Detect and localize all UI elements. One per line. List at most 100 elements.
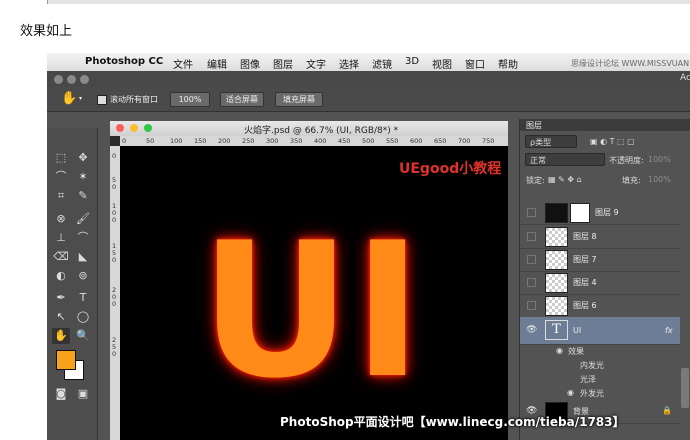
layer-row[interactable]: 图层 8: [520, 225, 680, 249]
vertical-ruler[interactable]: 0 5 0 1 0 0 1 5 0 2 0 0 2 5 0: [110, 146, 120, 440]
ruler-tick-label: 400: [314, 137, 327, 145]
fill-label: 填充:: [622, 176, 641, 185]
menu-file[interactable]: 文件: [173, 56, 193, 71]
menu-type[interactable]: 文字: [306, 56, 326, 71]
dodge-tool-icon[interactable]: ⊚: [74, 268, 92, 284]
layer-name: 图层 7: [573, 255, 597, 264]
chevron-down-icon[interactable]: ▾: [79, 95, 82, 102]
toolbox: ⬚ ✥ ⌒ ✶ ⌗ ✎ ⊗ 🖌 ⊥ ⌒ ⌫ ◣ ◐ ⊚ ✒ T ↖ ◯ ✋ 🔍 …: [47, 128, 98, 440]
ruler-tick-label: 0: [112, 216, 117, 224]
layer-thumbnail: [545, 203, 568, 223]
ruler-tick-label: 0: [122, 137, 127, 145]
app-name[interactable]: Photoshop CC: [85, 56, 163, 67]
layers-tab-label: 图层: [526, 121, 542, 130]
doc-zoom-button[interactable]: [144, 124, 152, 132]
pen-tool-icon[interactable]: ✒: [52, 290, 70, 306]
lasso-tool-icon[interactable]: ⌒: [52, 169, 70, 185]
doc-close-button[interactable]: [116, 124, 124, 132]
layer-kind-filter[interactable]: ρ类型: [525, 135, 577, 148]
layer-row[interactable]: 图层 6: [520, 294, 680, 318]
screen-mode-icon[interactable]: ▣: [74, 386, 92, 402]
visibility-toggle[interactable]: [527, 301, 536, 310]
eye-icon[interactable]: ◉: [556, 346, 563, 355]
layer-name: 图层 8: [573, 232, 597, 241]
menu-layer[interactable]: 图层: [273, 56, 293, 71]
eye-icon[interactable]: ◉: [567, 388, 574, 397]
eyedropper-icon[interactable]: ✎: [74, 188, 92, 204]
zoom-dot[interactable]: [80, 75, 89, 84]
ruler-tick-label: 0: [112, 152, 117, 160]
opacity-label: 不透明度:: [609, 156, 644, 165]
brush-tool-icon[interactable]: 🖌: [74, 211, 92, 227]
hand-tool-icon[interactable]: ✋: [61, 91, 77, 106]
watermark-text: 思缘设计论坛 WWW.MISSVUAN.COM: [571, 59, 690, 68]
stamp-tool-icon[interactable]: ⊥: [52, 230, 70, 246]
document-window: 火焰字.psd @ 66.7% (UI, RGB/8*) * 0 50 100 …: [110, 121, 508, 440]
layers-tab[interactable]: 图层: [520, 119, 690, 131]
layers-panel: 图层 ρ类型 ▣ ◐ T ⬚ ▢ 正常 不透明度: 100% 锁定: ▦ ✎ ✥…: [519, 119, 690, 440]
menu-select[interactable]: 选择: [339, 56, 359, 71]
path-select-icon[interactable]: ↖: [52, 309, 70, 325]
minimize-dot[interactable]: [67, 75, 76, 84]
layer-row[interactable]: 图层 7: [520, 248, 680, 272]
effect-outer-glow[interactable]: 外发光: [580, 388, 604, 399]
layer-row[interactable]: 图层 9: [520, 201, 680, 225]
layer-name: UI: [573, 326, 582, 335]
visibility-toggle[interactable]: [527, 208, 536, 217]
ruler-tick-label: 300: [266, 137, 279, 145]
fit-screen-button[interactable]: 适合屏幕: [220, 92, 264, 107]
document-title: 火焰字.psd @ 66.7% (UI, RGB/8*) *: [244, 126, 399, 136]
effect-satin[interactable]: 光泽: [580, 374, 596, 385]
effect-inner-glow[interactable]: 内发光: [580, 360, 604, 371]
ruler-tick-label: 450: [338, 137, 351, 145]
crop-tool-icon[interactable]: ⌗: [52, 188, 70, 204]
scroll-all-checkbox[interactable]: [97, 95, 107, 105]
visibility-toggle[interactable]: [527, 278, 536, 287]
lock-icons[interactable]: ▦ ✎ ✥ ⌂: [548, 175, 582, 184]
marquee-tool-icon[interactable]: ⬚: [52, 150, 70, 166]
ruler-tick-label: 0: [112, 256, 117, 264]
eraser-tool-icon[interactable]: ⌫: [52, 249, 70, 265]
ruler-tick-label: 0: [112, 183, 117, 191]
type-tool-icon[interactable]: T: [74, 290, 92, 306]
foreground-color-swatch[interactable]: [56, 350, 76, 370]
zoom-tool-icon[interactable]: 🔍: [74, 328, 92, 344]
quick-mask-icon[interactable]: ◙: [52, 386, 70, 402]
filter-icons[interactable]: ▣ ◐ T ⬚ ▢: [590, 137, 635, 146]
ellipse-tool-icon[interactable]: ◯: [74, 309, 92, 325]
zoom-100-button[interactable]: 100%: [170, 92, 210, 107]
visibility-toggle[interactable]: [527, 255, 536, 264]
layer-name: 图层 9: [595, 208, 619, 217]
layers-scrollbar[interactable]: [681, 368, 689, 408]
visibility-toggle[interactable]: [527, 232, 536, 241]
menu-help[interactable]: 帮助: [498, 56, 518, 71]
opacity-value[interactable]: 100%: [648, 155, 671, 164]
menu-view[interactable]: 视图: [432, 56, 452, 71]
history-brush-icon[interactable]: ⌒: [74, 230, 92, 246]
blur-tool-icon[interactable]: ◐: [52, 268, 70, 284]
hand-tool-icon[interactable]: ✋: [52, 328, 70, 344]
menu-filter[interactable]: 滤镜: [372, 56, 392, 71]
menubar: Photoshop CC 文件 编辑 图像 图层 文字 选择 滤镜 3D 视图 …: [47, 53, 690, 71]
layer-row[interactable]: 图层 4: [520, 271, 680, 295]
doc-minimize-button[interactable]: [130, 124, 138, 132]
close-dot[interactable]: [54, 75, 63, 84]
canvas[interactable]: UEgood小教程 UI: [120, 146, 508, 440]
horizontal-ruler[interactable]: 0 50 100 150 200 250 300 350 400 450 500…: [120, 136, 508, 146]
ruler-tick-label: 150: [194, 137, 207, 145]
layer-row-selected[interactable]: 👁 T UI fx: [520, 317, 680, 345]
fill-screen-button[interactable]: 填充屏幕: [275, 92, 323, 107]
healing-brush-icon[interactable]: ⊗: [52, 211, 70, 227]
fx-icon[interactable]: fx: [665, 326, 673, 335]
menu-3d[interactable]: 3D: [405, 56, 419, 67]
menu-image[interactable]: 图像: [240, 56, 260, 71]
fill-value[interactable]: 100%: [648, 175, 671, 184]
menu-window[interactable]: 窗口: [465, 56, 485, 71]
blend-mode-select[interactable]: 正常: [525, 153, 605, 166]
move-tool-icon[interactable]: ✥: [74, 150, 92, 166]
magic-wand-icon[interactable]: ✶: [74, 169, 92, 185]
gradient-tool-icon[interactable]: ◣: [74, 249, 92, 265]
menu-edit[interactable]: 编辑: [207, 56, 227, 71]
eye-icon[interactable]: 👁: [526, 325, 537, 335]
ruler-tick-label: 200: [218, 137, 231, 145]
